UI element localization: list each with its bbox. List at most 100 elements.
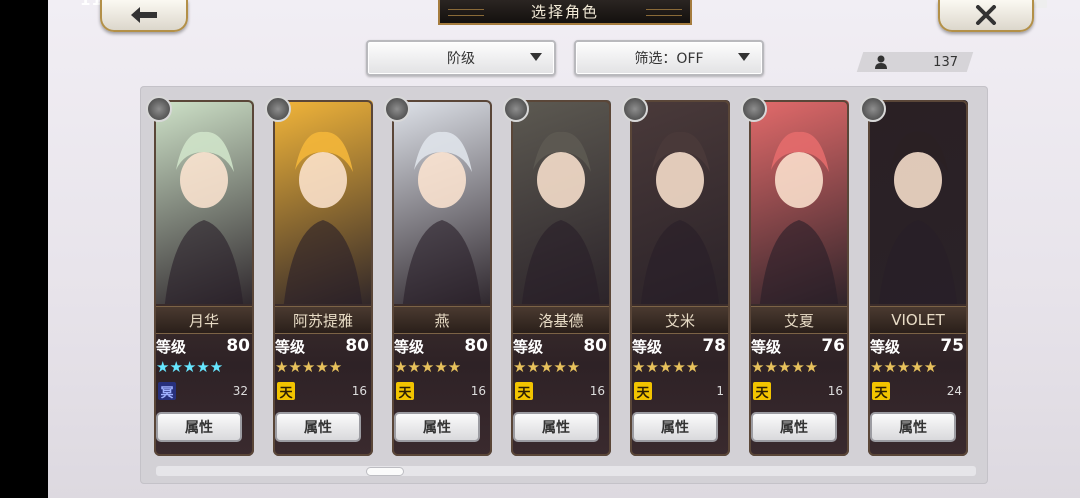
close-icon xyxy=(976,5,996,25)
badge-count: 16 xyxy=(351,384,367,398)
title-ornament-right xyxy=(646,9,682,16)
character-portrait[interactable] xyxy=(630,100,730,312)
rank-badge: 天 xyxy=(396,382,414,401)
character-card[interactable]: 艾米等级 78 ★★★★★ 天 1 属性 xyxy=(622,96,734,456)
filter-dropdown[interactable]: 筛选：OFF xyxy=(574,40,764,76)
level-label: 等级 xyxy=(394,338,425,356)
badge-count: 16 xyxy=(470,384,486,398)
level-row: 等级 80 xyxy=(513,336,607,357)
scrollbar-track[interactable] xyxy=(156,466,976,476)
level-row: 等级 78 xyxy=(632,336,726,357)
level-value: 80 xyxy=(226,336,250,356)
level-label: 等级 xyxy=(275,338,306,356)
level-value: 80 xyxy=(345,336,369,356)
level-value: 80 xyxy=(583,336,607,356)
level-row: 等级 80 xyxy=(394,336,488,357)
whip-icon xyxy=(741,96,767,122)
character-name: 洛基德 xyxy=(511,306,611,334)
page-title: 选择角色 xyxy=(438,0,692,25)
level-row: 等级 76 xyxy=(751,336,845,357)
fist-icon xyxy=(622,96,648,122)
character-info: 月华等级 80 ★★★★★ 冥 32 属性 xyxy=(154,304,254,456)
fist-icon xyxy=(265,96,291,122)
character-name: 燕 xyxy=(392,306,492,334)
badge-count: 16 xyxy=(827,384,843,398)
star-rating: ★★★★★ xyxy=(394,358,462,376)
close-button[interactable] xyxy=(938,0,1034,32)
screen: 11:14 选择角色 阶级 筛选：OFF 137 月华等级80★★★★★冥32属… xyxy=(48,0,1080,498)
title-ornament-left xyxy=(448,9,484,16)
sword-icon xyxy=(860,96,886,122)
rank-badge: 天 xyxy=(872,382,890,401)
scrollbar-thumb[interactable] xyxy=(366,467,404,476)
attribute-button[interactable]: 属性 xyxy=(513,412,599,442)
level-row: 等级 80 xyxy=(275,336,369,357)
star-rating: ★★★★★ xyxy=(275,358,343,376)
character-info: 阿苏提雅等级 80 ★★★★★ 天 16 属性 xyxy=(273,304,373,456)
character-name: VIOLET xyxy=(868,306,968,334)
fist-icon xyxy=(384,96,410,122)
back-arrow-icon xyxy=(131,7,157,23)
badge-count: 24 xyxy=(946,384,962,398)
level-value: 78 xyxy=(702,336,726,356)
rank-badge: 天 xyxy=(634,382,652,401)
character-card[interactable]: 燕等级 80 ★★★★★ 天 16 属性 xyxy=(384,96,496,456)
rank-sort-label: 阶级 xyxy=(447,51,475,67)
character-card[interactable]: 艾夏 等级 76 ★★★★★ 天 16 属性 xyxy=(741,96,853,456)
fist-icon xyxy=(503,96,529,122)
character-portrait[interactable] xyxy=(392,100,492,312)
character-card[interactable]: 月华等级 80 ★★★★★ 冥 32 属性 xyxy=(146,96,258,456)
star-rating: ★★★★★ xyxy=(870,358,938,376)
character-info: 洛基德等级 80 ★★★★★ 天 16 属性 xyxy=(511,304,611,456)
attribute-button[interactable]: 属性 xyxy=(870,412,956,442)
badge-count: 1 xyxy=(716,384,724,398)
page-title-text: 选择角色 xyxy=(530,3,599,21)
rank-badge: 天 xyxy=(277,382,295,401)
character-card[interactable]: 阿苏提雅等级 80 ★★★★★ 天 16 属性 xyxy=(265,96,377,456)
star-rating: ★★★★★ xyxy=(632,358,700,376)
rank-badge: 天 xyxy=(753,382,771,401)
character-name: 艾米 xyxy=(630,306,730,334)
rank-badge: 冥 xyxy=(158,382,176,401)
level-label: 等级 xyxy=(513,338,544,356)
character-info: VIOLET 等级 75 ★★★★★ 天 24 属性 xyxy=(868,304,968,456)
character-count-value: 137 xyxy=(933,54,958,70)
user-icon xyxy=(875,55,887,69)
character-info: 燕等级 80 ★★★★★ 天 16 属性 xyxy=(392,304,492,456)
level-row: 等级 80 xyxy=(156,336,250,357)
sword-icon xyxy=(146,96,172,122)
character-portrait[interactable] xyxy=(511,100,611,312)
character-name: 阿苏提雅 xyxy=(273,306,373,334)
chevron-down-icon xyxy=(738,53,750,61)
attribute-button[interactable]: 属性 xyxy=(632,412,718,442)
character-name: 月华 xyxy=(154,306,254,334)
level-row: 等级 75 xyxy=(870,336,964,357)
rank-badge: 天 xyxy=(515,382,533,401)
badge-count: 16 xyxy=(589,384,605,398)
level-value: 76 xyxy=(821,336,845,356)
character-card[interactable]: VIOLET 等级 75 ★★★★★ 天 24 属性 xyxy=(860,96,972,456)
attribute-button[interactable]: 属性 xyxy=(275,412,361,442)
level-label: 等级 xyxy=(156,338,187,356)
star-rating: ★★★★★ xyxy=(513,358,581,376)
character-portrait[interactable] xyxy=(749,100,849,312)
rank-sort-dropdown[interactable]: 阶级 xyxy=(366,40,556,76)
level-label: 等级 xyxy=(751,338,782,356)
filter-label: 筛选：OFF xyxy=(634,51,704,67)
star-rating: ★★★★★ xyxy=(156,358,224,376)
back-button[interactable] xyxy=(100,0,188,32)
attribute-button[interactable]: 属性 xyxy=(751,412,837,442)
character-count: 137 xyxy=(866,52,966,72)
badge-count: 32 xyxy=(232,384,248,398)
level-label: 等级 xyxy=(870,338,901,356)
attribute-button[interactable]: 属性 xyxy=(394,412,480,442)
character-card[interactable]: 洛基德等级 80 ★★★★★ 天 16 属性 xyxy=(503,96,615,456)
character-portrait[interactable] xyxy=(273,100,373,312)
level-value: 80 xyxy=(464,336,488,356)
attribute-button[interactable]: 属性 xyxy=(156,412,242,442)
character-portrait[interactable] xyxy=(154,100,254,312)
character-portrait[interactable] xyxy=(868,100,968,312)
character-info: 艾夏 等级 76 ★★★★★ 天 16 属性 xyxy=(749,304,849,456)
level-label: 等级 xyxy=(632,338,663,356)
chevron-down-icon xyxy=(530,53,542,61)
